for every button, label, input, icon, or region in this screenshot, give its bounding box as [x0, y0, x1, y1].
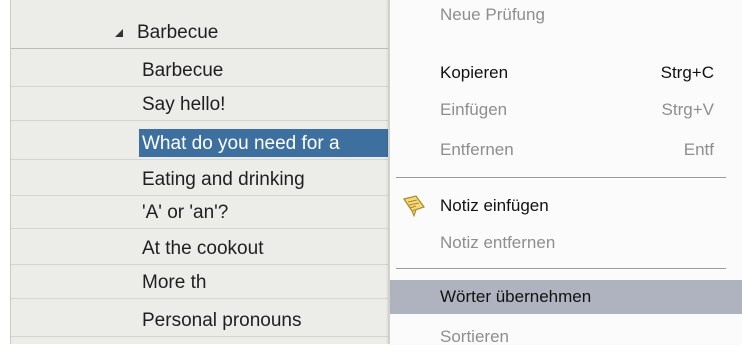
tree-parent-label: Barbecue [137, 22, 219, 43]
menu-item-label: Einfügen [440, 100, 508, 119]
tree-item[interactable]: Say hello! [11, 88, 401, 121]
expand-triangle-icon[interactable] [115, 29, 123, 37]
menu-item-shortcut: Strg+V [661, 100, 714, 119]
menu-item-delete[interactable]: Entfernen Entf [390, 133, 742, 167]
tree-item-label: Say hello! [142, 94, 226, 115]
tree-item-label: Barbecue [142, 60, 224, 81]
lesson-tree: Barbecue Barbecue Say hello! What do you… [10, 0, 401, 344]
menu-item-insert-note[interactable]: Notiz einfügen [390, 189, 742, 223]
tree-item[interactable]: At the cookout [11, 232, 401, 265]
note-icon [403, 195, 425, 217]
tree-item-label: Eating and drinking [142, 169, 305, 190]
menu-item-label: Kopieren [440, 63, 509, 82]
menu-item-shortcut: Entf [683, 140, 714, 159]
menu-item-new-check[interactable]: Neue Prüfung [390, 0, 742, 32]
menu-item-label: Entfernen [440, 140, 514, 159]
menu-item-copy[interactable]: Kopieren Strg+C [390, 56, 742, 90]
menu-item-label: Notiz einfügen [440, 196, 549, 215]
tree-item-label: Personal pronouns [142, 310, 302, 331]
menu-item-shortcut: Strg+C [660, 63, 714, 82]
tree-row-parent[interactable]: Barbecue [11, 16, 401, 49]
tree-item-label: What do you need for a [142, 133, 340, 154]
tree-item-label: 'A' or 'an'? [142, 202, 229, 223]
menu-item-label: Wörter übernehmen [440, 287, 592, 306]
tree-item[interactable]: More th [11, 266, 401, 299]
tree-item-label: At the cookout [142, 238, 264, 259]
tree-item[interactable]: Barbecue [11, 54, 401, 87]
menu-item-sort[interactable]: Sortieren [390, 320, 742, 354]
menu-item-apply-words[interactable]: Wörter übernehmen [390, 280, 742, 314]
tree-item[interactable]: Personal pronouns [11, 304, 401, 337]
menu-item-remove-note[interactable]: Notiz entfernen [390, 226, 742, 260]
menu-separator [396, 177, 726, 179]
menu-item-label: Neue Prüfung [440, 5, 545, 24]
menu-item-label: Sortieren [440, 327, 509, 346]
context-menu: Neue Prüfung Kopieren Strg+C Einfügen St… [388, 0, 742, 346]
tree-item[interactable]: Eating and drinking [11, 163, 401, 196]
menu-item-label: Notiz entfernen [440, 233, 556, 252]
tree-item[interactable]: 'A' or 'an'? [11, 196, 401, 229]
tree-item-label: More th [142, 272, 207, 293]
tree-item-selected[interactable]: What do you need for a [11, 127, 401, 160]
menu-separator [396, 268, 726, 270]
menu-item-paste[interactable]: Einfügen Strg+V [390, 93, 742, 127]
